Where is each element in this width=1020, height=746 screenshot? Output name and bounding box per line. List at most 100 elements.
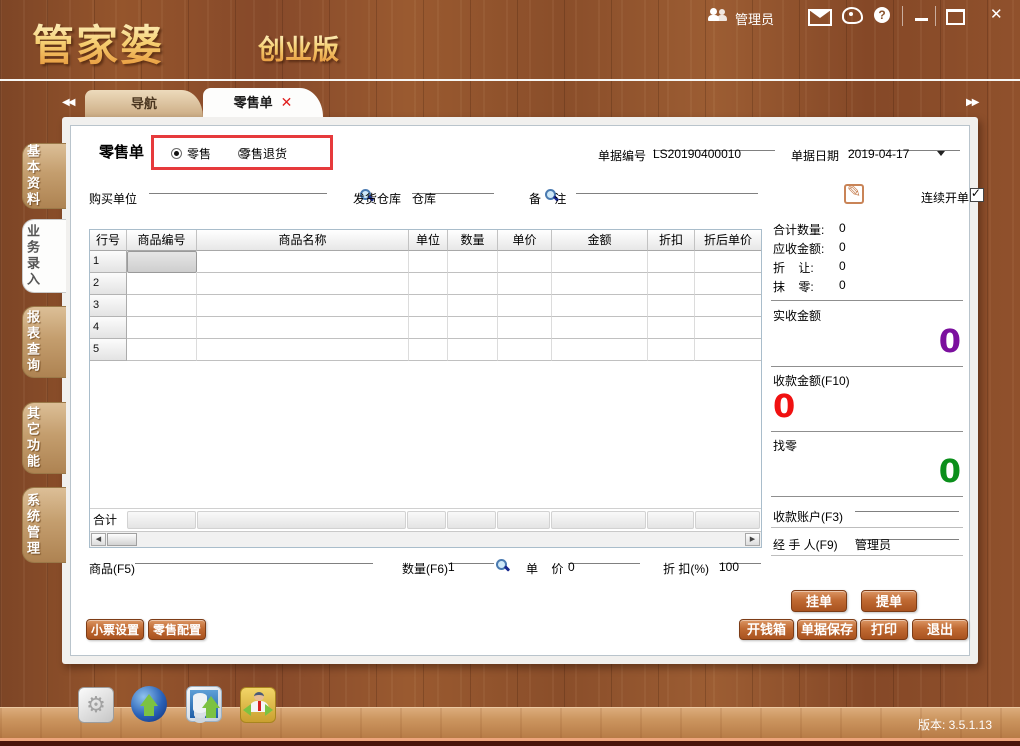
pickup-order-button[interactable]: 提单 <box>861 590 917 612</box>
continuous-billing-checkbox[interactable] <box>970 188 984 202</box>
table-cell[interactable] <box>648 339 695 361</box>
database-backup-icon[interactable] <box>186 686 222 722</box>
table-cell[interactable] <box>197 295 409 317</box>
radio-retail-label[interactable]: 零售 <box>187 145 211 162</box>
col-header[interactable]: 金额 <box>552 230 648 251</box>
quick-product-search-icon[interactable] <box>496 559 509 572</box>
remark-field[interactable] <box>576 179 758 194</box>
table-cell[interactable] <box>127 295 197 317</box>
table-cell[interactable] <box>127 339 197 361</box>
radio-retail-return-label[interactable]: 零售退货 <box>239 145 287 162</box>
save-button[interactable]: 单据保存 <box>797 619 857 640</box>
quick-discount-field[interactable]: 100 <box>719 549 761 564</box>
table-cell[interactable] <box>695 273 761 295</box>
cash-drawer-button[interactable]: 开钱箱 <box>739 619 794 640</box>
selected-cell[interactable] <box>127 251 197 273</box>
table-cell[interactable] <box>127 273 197 295</box>
quick-product-field[interactable] <box>135 549 373 564</box>
table-cell[interactable] <box>448 295 498 317</box>
tab-scroll-right-icon[interactable]: ▶▶ <box>966 97 977 108</box>
exit-button[interactable]: 退出 <box>912 619 968 640</box>
user-switch-icon[interactable] <box>240 687 276 723</box>
table-cell[interactable] <box>552 251 648 273</box>
payment-account-field[interactable] <box>855 497 959 512</box>
row-number[interactable]: 4 <box>90 317 127 339</box>
table-cell[interactable] <box>448 317 498 339</box>
table-cell[interactable] <box>552 339 648 361</box>
table-cell[interactable] <box>552 295 648 317</box>
table-cell[interactable] <box>197 251 409 273</box>
date-dropdown-icon[interactable] <box>937 151 945 156</box>
table-cell[interactable] <box>127 317 197 339</box>
settings-icon[interactable]: ⚙ <box>78 687 114 723</box>
table-cell[interactable] <box>695 295 761 317</box>
scroll-thumb[interactable] <box>107 533 137 546</box>
receipt-settings-button[interactable]: 小票设置 <box>86 619 144 640</box>
col-header[interactable]: 折扣 <box>648 230 695 251</box>
network-sync-icon[interactable] <box>131 686 167 722</box>
col-header[interactable]: 折后单价 <box>695 230 761 251</box>
col-header[interactable]: 行号 <box>90 230 127 251</box>
maximize-button[interactable] <box>946 9 965 25</box>
table-cell[interactable] <box>197 317 409 339</box>
mail-icon[interactable] <box>808 9 832 26</box>
table-cell[interactable] <box>409 339 448 361</box>
col-header[interactable]: 商品编号 <box>127 230 197 251</box>
sidebar-item-other-functions[interactable]: 其它功能 <box>22 402 66 474</box>
table-cell[interactable] <box>409 273 448 295</box>
doc-date-field[interactable]: 2019-04-17 <box>848 136 960 151</box>
sidebar-item-basic-data[interactable]: 基本资料 <box>22 143 66 209</box>
table-cell[interactable] <box>498 251 552 273</box>
doc-no-field[interactable]: LS20190400010 <box>653 136 775 151</box>
table-cell[interactable] <box>648 273 695 295</box>
table-cell[interactable] <box>197 273 409 295</box>
row-number[interactable]: 1 <box>90 251 127 273</box>
col-header[interactable]: 商品名称 <box>197 230 409 251</box>
quick-price-field[interactable]: 0 <box>568 549 640 564</box>
close-button[interactable]: ✕ <box>990 5 1003 23</box>
scroll-left-icon[interactable]: ◀ <box>91 533 106 546</box>
scroll-right-icon[interactable]: ▶ <box>745 533 760 546</box>
table-cell[interactable] <box>409 251 448 273</box>
table-cell[interactable] <box>498 339 552 361</box>
radio-retail[interactable] <box>171 148 182 159</box>
table-cell[interactable] <box>695 339 761 361</box>
sidebar-item-system-management[interactable]: 系统管理 <box>22 487 66 563</box>
row-number[interactable]: 3 <box>90 295 127 317</box>
help-icon[interactable]: ? <box>874 7 890 23</box>
quick-qty-field[interactable]: 1 <box>448 549 494 564</box>
table-cell[interactable] <box>695 251 761 273</box>
table-cell[interactable] <box>498 295 552 317</box>
buyer-field[interactable] <box>149 179 327 194</box>
table-cell[interactable] <box>552 317 648 339</box>
sidebar-item-report-query[interactable]: 报表查询 <box>22 306 66 378</box>
table-cell[interactable] <box>409 295 448 317</box>
table-cell[interactable] <box>197 339 409 361</box>
tab-scroll-left-icon[interactable]: ◀◀ <box>62 97 73 108</box>
col-header[interactable]: 数量 <box>448 230 498 251</box>
handler-field[interactable]: 管理员 <box>855 525 959 540</box>
table-cell[interactable] <box>448 339 498 361</box>
minimize-button[interactable] <box>915 18 928 21</box>
tab-close-icon[interactable]: ✕ <box>281 94 293 110</box>
weibo-icon[interactable] <box>842 7 863 24</box>
table-cell[interactable] <box>648 317 695 339</box>
table-cell[interactable] <box>695 317 761 339</box>
table-cell[interactable] <box>648 251 695 273</box>
hold-order-button[interactable]: 挂单 <box>791 590 847 612</box>
print-button[interactable]: 打印 <box>860 619 908 640</box>
col-header[interactable]: 单价 <box>498 230 552 251</box>
row-number[interactable]: 2 <box>90 273 127 295</box>
row-number[interactable]: 5 <box>90 339 127 361</box>
table-cell[interactable] <box>498 273 552 295</box>
sidebar-item-business-entry[interactable]: 业务录入 <box>22 219 66 293</box>
col-header[interactable]: 单位 <box>409 230 448 251</box>
table-cell[interactable] <box>448 273 498 295</box>
table-cell[interactable] <box>552 273 648 295</box>
table-cell[interactable] <box>648 295 695 317</box>
horizontal-scrollbar[interactable]: ◀ ▶ <box>90 531 761 547</box>
table-cell[interactable] <box>498 317 552 339</box>
edit-icon[interactable] <box>844 184 864 204</box>
continuous-billing-label[interactable]: 连续开单 <box>921 189 969 206</box>
table-cell[interactable] <box>409 317 448 339</box>
